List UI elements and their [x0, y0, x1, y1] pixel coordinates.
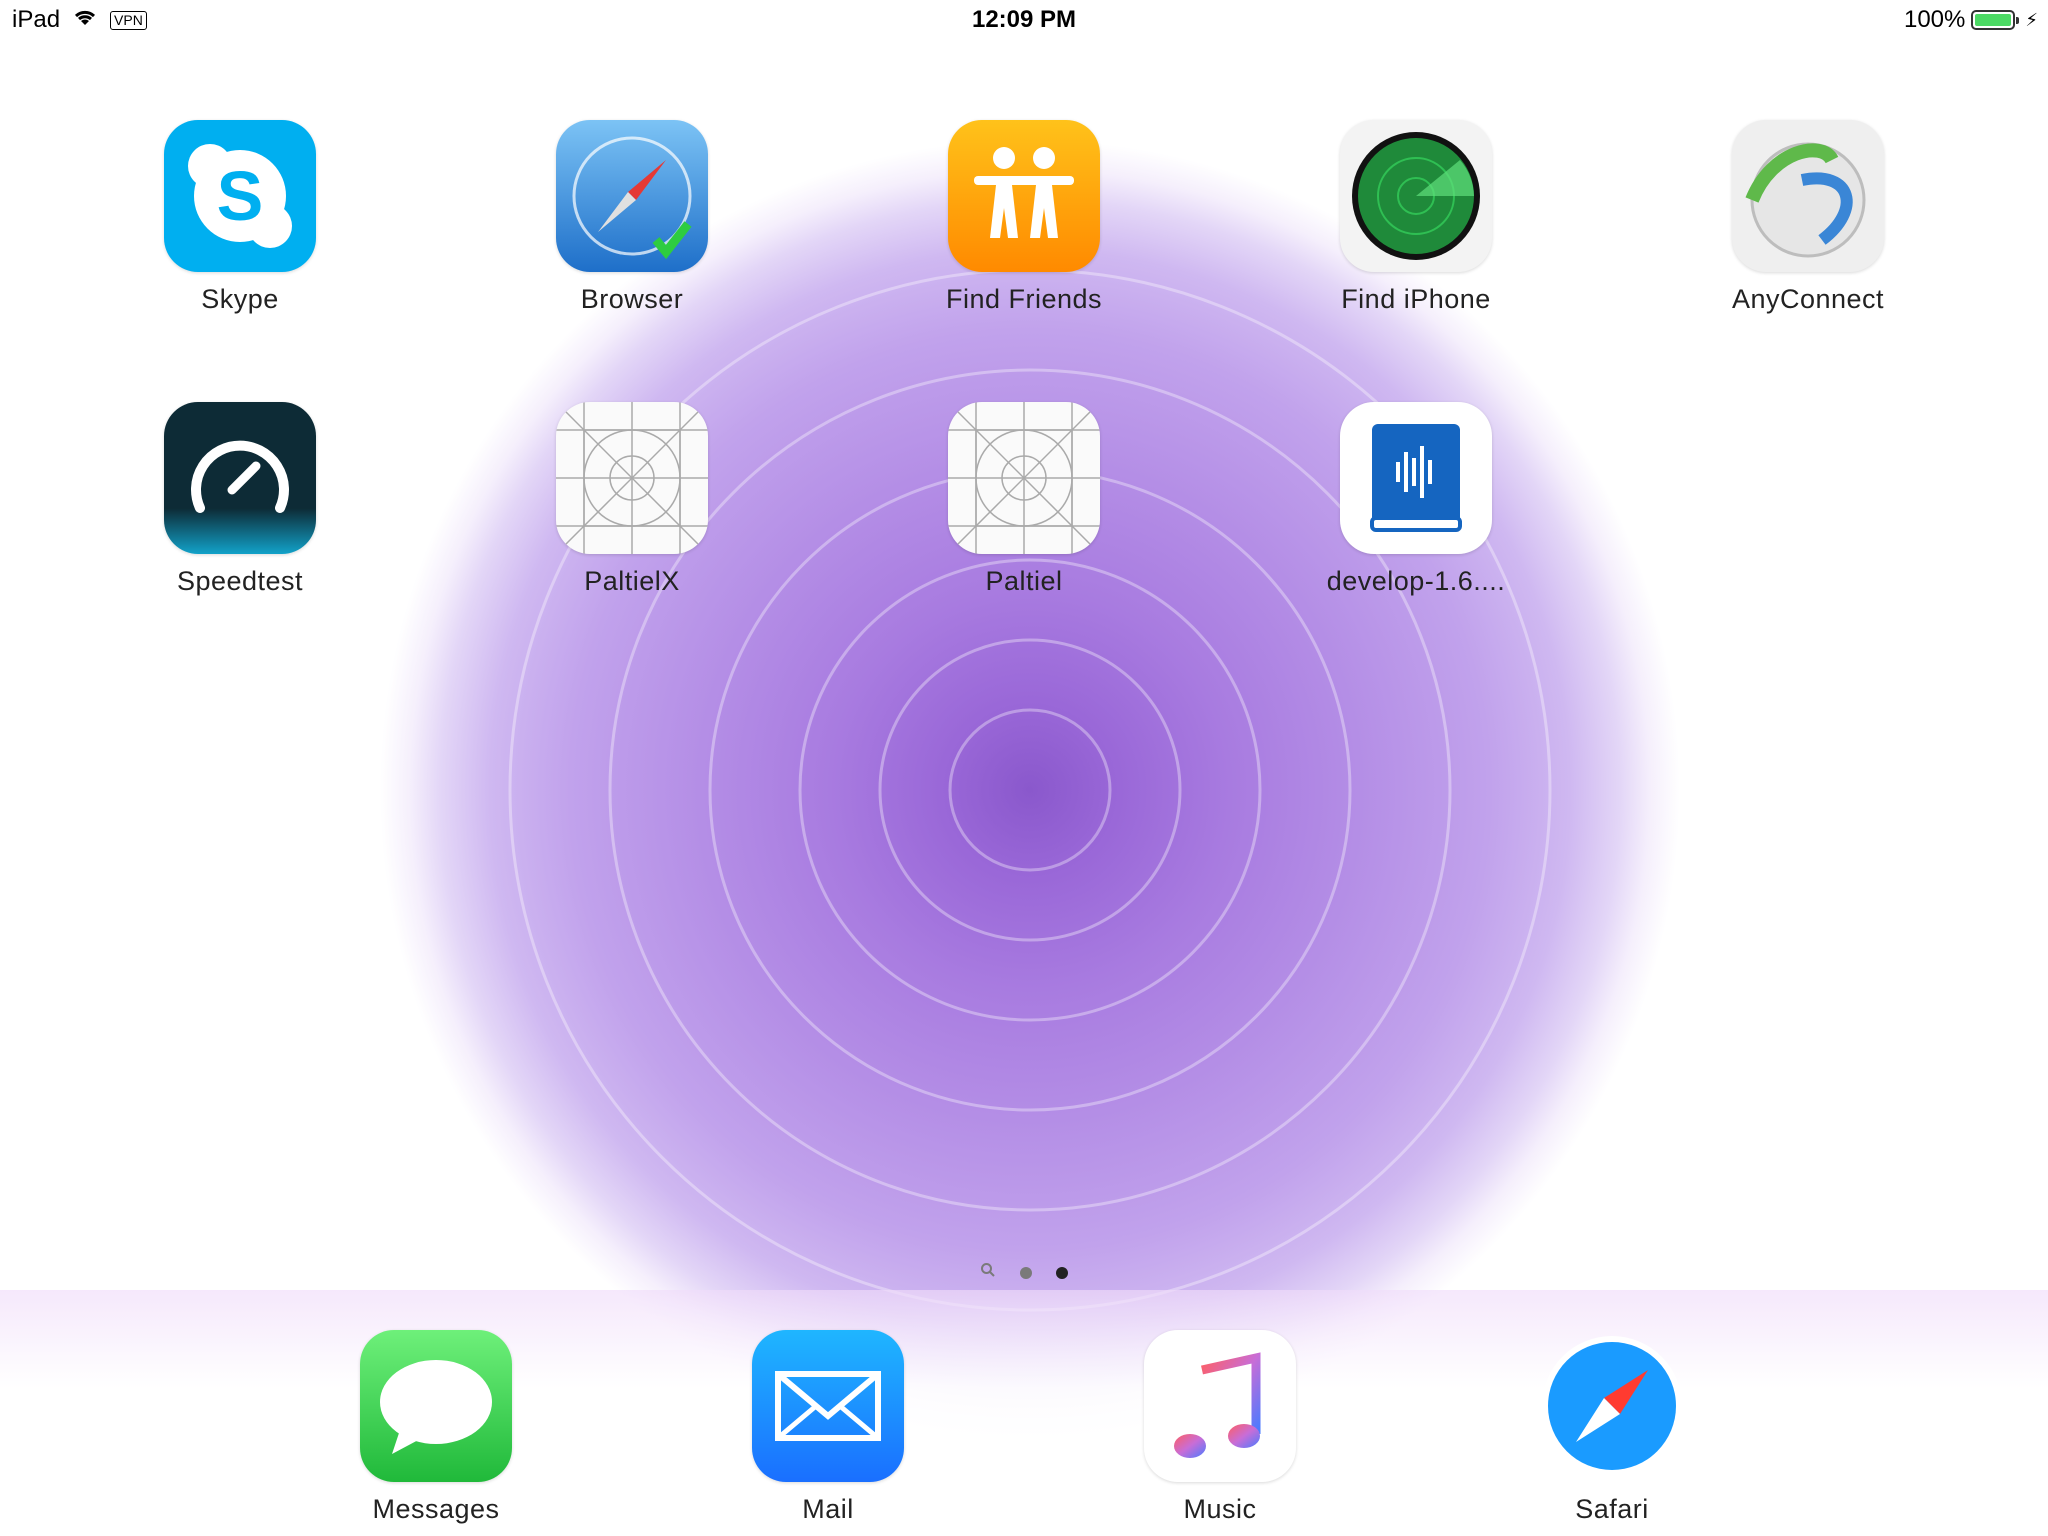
app-label: Paltiel: [985, 566, 1063, 596]
battery-percent: 100%: [1903, 6, 1966, 33]
messages-bubble-icon: [360, 1330, 512, 1482]
page-indicator[interactable]: [0, 1262, 2048, 1283]
app-label: AnyConnect: [1731, 284, 1885, 314]
page-dot: [1020, 1266, 1032, 1279]
dock-app-messages[interactable]: Messages: [311, 1330, 561, 1525]
app-label: Speedtest: [176, 566, 304, 596]
mail-envelope-icon: [752, 1330, 904, 1482]
book-icon: [1340, 402, 1492, 554]
browser-compass-icon: [556, 120, 708, 272]
page-dot-current: [1056, 1266, 1069, 1279]
app-label: Messages: [372, 1494, 500, 1524]
app-find-iphone[interactable]: Find iPhone: [1291, 120, 1541, 315]
app-label: Music: [1183, 1494, 1257, 1524]
app-browser[interactable]: Browser: [507, 120, 757, 315]
skype-icon: S: [164, 120, 316, 272]
dock-app-music[interactable]: Music: [1095, 1330, 1345, 1525]
find-friends-icon: [948, 120, 1100, 272]
app-skype[interactable]: S Skype: [115, 120, 365, 315]
dock-app-mail[interactable]: Mail: [703, 1330, 953, 1525]
dock-app-safari[interactable]: Safari: [1487, 1330, 1737, 1525]
svg-text:S: S: [217, 157, 264, 235]
app-speedtest[interactable]: Speedtest: [115, 402, 365, 597]
safari-compass-icon: [1536, 1330, 1688, 1482]
battery-icon: [1971, 10, 2020, 30]
status-bar: iPad VPN 12:09 PM 100% ⚡: [0, 0, 2048, 40]
app-label: Mail: [802, 1494, 854, 1524]
app-label: Browser: [580, 284, 684, 314]
app-label: develop-1.6....: [1326, 566, 1506, 596]
placeholder-grid-icon: [948, 402, 1100, 554]
app-label: PaltielX: [584, 566, 680, 596]
app-develop[interactable]: develop-1.6....: [1291, 402, 1541, 597]
anyconnect-icon: [1732, 120, 1884, 272]
placeholder-grid-icon: [556, 402, 708, 554]
dock: [0, 1290, 2048, 1536]
app-anyconnect[interactable]: AnyConnect: [1683, 120, 1933, 315]
app-find-friends[interactable]: Find Friends: [899, 120, 1149, 315]
music-note-icon: [1144, 1330, 1296, 1482]
clock: 12:09 PM: [971, 6, 1077, 33]
speedtest-gauge-icon: [164, 402, 316, 554]
find-iphone-radar-icon: [1340, 120, 1492, 272]
spotlight-search-icon: [980, 1262, 996, 1283]
app-label: Find Friends: [945, 284, 1103, 314]
app-label: Skype: [201, 284, 279, 314]
app-label: Safari: [1575, 1494, 1649, 1524]
app-label: Find iPhone: [1341, 284, 1491, 314]
app-paltielx[interactable]: PaltielX: [507, 402, 757, 597]
charging-bolt-icon: ⚡: [2025, 9, 2038, 30]
app-paltiel[interactable]: Paltiel: [899, 402, 1149, 597]
